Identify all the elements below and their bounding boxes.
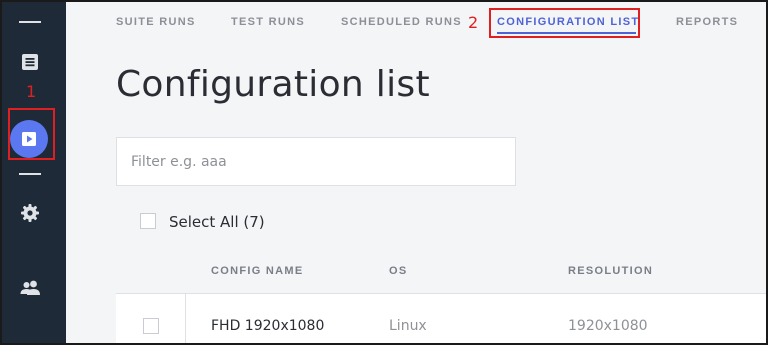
tab-scheduled-runs[interactable]: SCHEDULED RUNS <box>341 16 462 28</box>
select-all-label: Select All (7) <box>169 213 265 231</box>
page-title: Configuration list <box>116 64 430 105</box>
filter-input[interactable] <box>116 137 516 186</box>
tab-reports[interactable]: REPORTS <box>676 16 738 28</box>
tab-test-runs[interactable]: TEST RUNS <box>231 16 305 28</box>
select-all-checkbox[interactable] <box>140 213 156 229</box>
annotation-marker-2: 2 <box>468 13 479 32</box>
list-icon[interactable] <box>18 50 42 74</box>
cell-config-name: FHD 1920x1080 <box>211 318 325 334</box>
active-tab-underline <box>497 32 636 34</box>
play-icon <box>22 132 36 146</box>
sidebar: 1 <box>2 2 66 343</box>
tab-configuration-list[interactable]: CONFIGURATION LIST <box>497 16 639 28</box>
gear-icon[interactable] <box>18 201 42 225</box>
app-window: 1 SUITE RUNS TEST RUNS SCHEDULED RUNS 2 … <box>0 0 768 345</box>
users-icon[interactable] <box>18 276 42 300</box>
cell-os: Linux <box>389 318 427 334</box>
tab-suite-runs[interactable]: SUITE RUNS <box>116 16 196 28</box>
sidebar-item-runs[interactable] <box>10 120 48 158</box>
column-header-resolution[interactable]: RESOLUTION <box>568 265 653 277</box>
row-checkbox[interactable] <box>143 318 159 334</box>
cell-resolution: 1920x1080 <box>568 318 648 334</box>
sidebar-divider-bottom <box>19 173 41 175</box>
annotation-marker-1: 1 <box>26 82 37 101</box>
column-header-os[interactable]: OS <box>389 265 408 277</box>
column-header-config-name[interactable]: CONFIG NAME <box>211 265 304 277</box>
sidebar-divider-top <box>19 21 41 23</box>
row-divider <box>185 293 186 343</box>
